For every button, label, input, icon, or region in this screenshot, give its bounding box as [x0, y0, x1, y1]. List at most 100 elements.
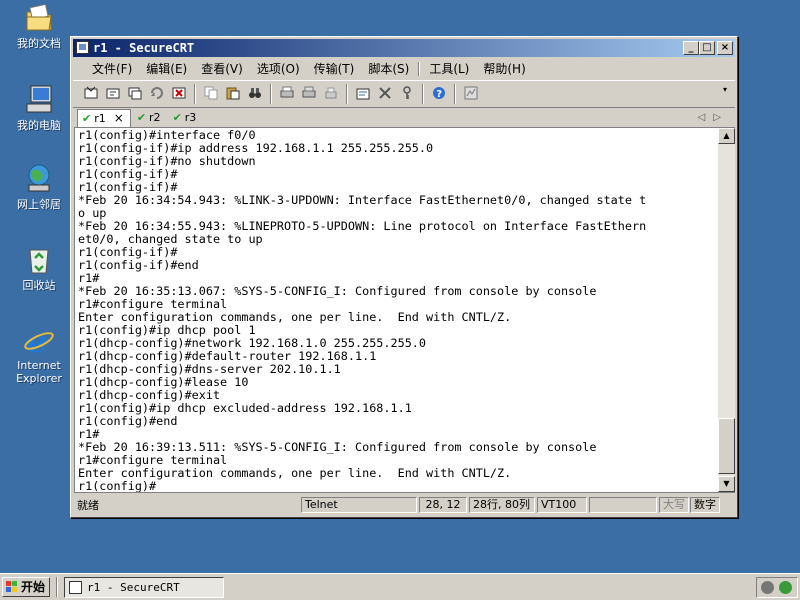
- my-documents-icon: [23, 2, 55, 34]
- menu-separator: [418, 62, 421, 76]
- desktop-icon-label: 我的文档: [17, 37, 61, 50]
- connect-tab-icon: [128, 87, 142, 100]
- maximize-icon: □: [702, 42, 712, 53]
- sftp-icon: [464, 86, 478, 100]
- disconnect-button[interactable]: [169, 83, 189, 103]
- print-selection-button[interactable]: [299, 83, 319, 103]
- session-options-icon: [356, 88, 370, 100]
- scroll-down-button[interactable]: ▼: [718, 476, 735, 492]
- sftp-button[interactable]: [461, 83, 481, 103]
- print-button[interactable]: [277, 83, 297, 103]
- minimize-button[interactable]: _: [683, 41, 699, 55]
- status-num-lock: 数字: [690, 497, 720, 513]
- toolbar-separator: [270, 84, 272, 104]
- tray-volume-icon[interactable]: [761, 581, 774, 594]
- session-tab-bar: ✔ r1 × ✔ r2 ✔ r3 ◁▷: [73, 109, 735, 127]
- quick-connect-button[interactable]: [103, 83, 123, 103]
- menu-help[interactable]: 帮助(H): [476, 59, 532, 79]
- toolbar-separator: [194, 84, 196, 104]
- tab-scroll-arrows[interactable]: ◁▷: [698, 109, 729, 126]
- status-cursor-position: 28, 12: [419, 497, 467, 513]
- taskbar-button-label: r1 - SecureCRT: [87, 581, 180, 594]
- help-button[interactable]: ?: [429, 83, 449, 103]
- terminal-line: r1(config-if)#end: [78, 258, 199, 272]
- terminal-line: r1(config)#end: [78, 414, 178, 428]
- reconnect-button[interactable]: [147, 83, 167, 103]
- printer-icon: [325, 87, 337, 99]
- status-ready-text: 就绪: [77, 499, 99, 512]
- desktop-icon-network-places[interactable]: 网上邻居: [6, 163, 72, 211]
- tab-r1[interactable]: ✔ r1 ×: [77, 109, 131, 127]
- tab-scroll-right-icon[interactable]: ▷: [713, 112, 729, 123]
- toolbar-separator: [454, 84, 456, 104]
- title-bar[interactable]: r1 - SecureCRT _ □ ×: [73, 39, 735, 57]
- menu-view[interactable]: 查看(V): [194, 59, 250, 79]
- securecrt-window: r1 - SecureCRT _ □ × 文件(F) 编辑(E) 查看(V) 选…: [70, 36, 738, 518]
- menu-file[interactable]: 文件(F): [85, 59, 139, 79]
- tab-label: r3: [184, 111, 197, 124]
- recycle-bin-icon: [23, 244, 55, 276]
- window-title: r1 - SecureCRT: [93, 41, 195, 55]
- scroll-up-button[interactable]: ▲: [718, 128, 735, 144]
- desktop-icon-label: 我的电脑: [17, 119, 61, 132]
- scroll-down-icon: ▼: [723, 479, 730, 488]
- toolbar: ? ▾: [73, 80, 735, 108]
- tab-close-icon[interactable]: ×: [114, 111, 124, 125]
- keymap-button[interactable]: [397, 83, 417, 103]
- close-button[interactable]: ×: [717, 41, 733, 55]
- status-protocol: Telnet: [301, 497, 417, 513]
- internet-explorer-icon: e: [23, 322, 55, 360]
- find-button[interactable]: [245, 83, 265, 103]
- securecrt-taskbar-icon: [69, 581, 82, 594]
- close-icon: ×: [720, 42, 730, 53]
- help-icon: ?: [433, 87, 445, 100]
- toolbar-separator: [422, 84, 424, 104]
- toolbar-chevron-icon[interactable]: ▾: [723, 86, 731, 99]
- start-button[interactable]: 开始: [2, 577, 50, 597]
- scroll-thumb[interactable]: [718, 418, 735, 474]
- tab-r3[interactable]: ✔ r3: [169, 109, 203, 126]
- session-options-button[interactable]: [353, 83, 373, 103]
- securecrt-app-icon[interactable]: [76, 41, 89, 54]
- tab-label: r1: [94, 112, 106, 125]
- desktop-icon-my-computer[interactable]: 我的电脑: [6, 84, 72, 132]
- system-tray: [756, 577, 798, 598]
- desktop-icon-internet-explorer[interactable]: e Internet Explorer: [6, 322, 72, 385]
- terminal-output[interactable]: r1(config)#interface f0/0 r1(config-if)#i…: [74, 127, 718, 493]
- print-screen-button[interactable]: [321, 83, 341, 103]
- desktop-icon-recycle-bin[interactable]: 回收站: [6, 244, 72, 292]
- connected-check-icon: ✔: [82, 112, 92, 125]
- tab-scroll-left-icon[interactable]: ◁: [698, 112, 714, 123]
- global-options-button[interactable]: [375, 83, 395, 103]
- connect-button[interactable]: [81, 83, 101, 103]
- binoculars-icon: [249, 88, 261, 98]
- connect-in-tab-button[interactable]: [125, 83, 145, 103]
- tab-r2[interactable]: ✔ r2: [133, 109, 167, 126]
- start-label: 开始: [21, 580, 46, 594]
- status-terminal-size: 28行, 80列: [469, 497, 535, 513]
- menu-transfer[interactable]: 传输(T): [307, 59, 362, 79]
- menu-script[interactable]: 脚本(S): [361, 59, 416, 79]
- print-selection-icon: [302, 86, 316, 98]
- taskbar-button-securecrt[interactable]: r1 - SecureCRT: [64, 577, 224, 598]
- desktop-icon-label: 回收站: [22, 279, 56, 292]
- maximize-button[interactable]: □: [699, 41, 715, 55]
- desktop-icon-label: 网上邻居: [17, 198, 61, 211]
- desktop-icon-label: Internet Explorer: [16, 359, 62, 385]
- disconnect-icon: [172, 87, 186, 99]
- menu-edit[interactable]: 编辑(E): [139, 59, 194, 79]
- svg-text:?: ?: [436, 89, 442, 100]
- vertical-scrollbar[interactable]: ▲ ▼: [718, 127, 735, 493]
- paste-button[interactable]: [223, 83, 243, 103]
- minimize-icon: _: [688, 42, 694, 53]
- status-caps-lock: 大写: [659, 497, 689, 513]
- menu-options[interactable]: 选项(O): [250, 59, 307, 79]
- status-bar: 就绪 Telnet 28, 12 28行, 80列 VT100 大写 数字: [73, 497, 735, 515]
- copy-button[interactable]: [201, 83, 221, 103]
- menu-tools[interactable]: 工具(L): [422, 59, 476, 79]
- print-icon: [280, 86, 294, 98]
- terminal-line: r1(config)#: [78, 479, 157, 493]
- desktop-icon-my-documents[interactable]: 我的文档: [6, 2, 72, 50]
- terminal-text: r1(config)#interface f0/0 r1(config-if)#i…: [75, 128, 718, 493]
- tray-network-icon[interactable]: [779, 581, 792, 594]
